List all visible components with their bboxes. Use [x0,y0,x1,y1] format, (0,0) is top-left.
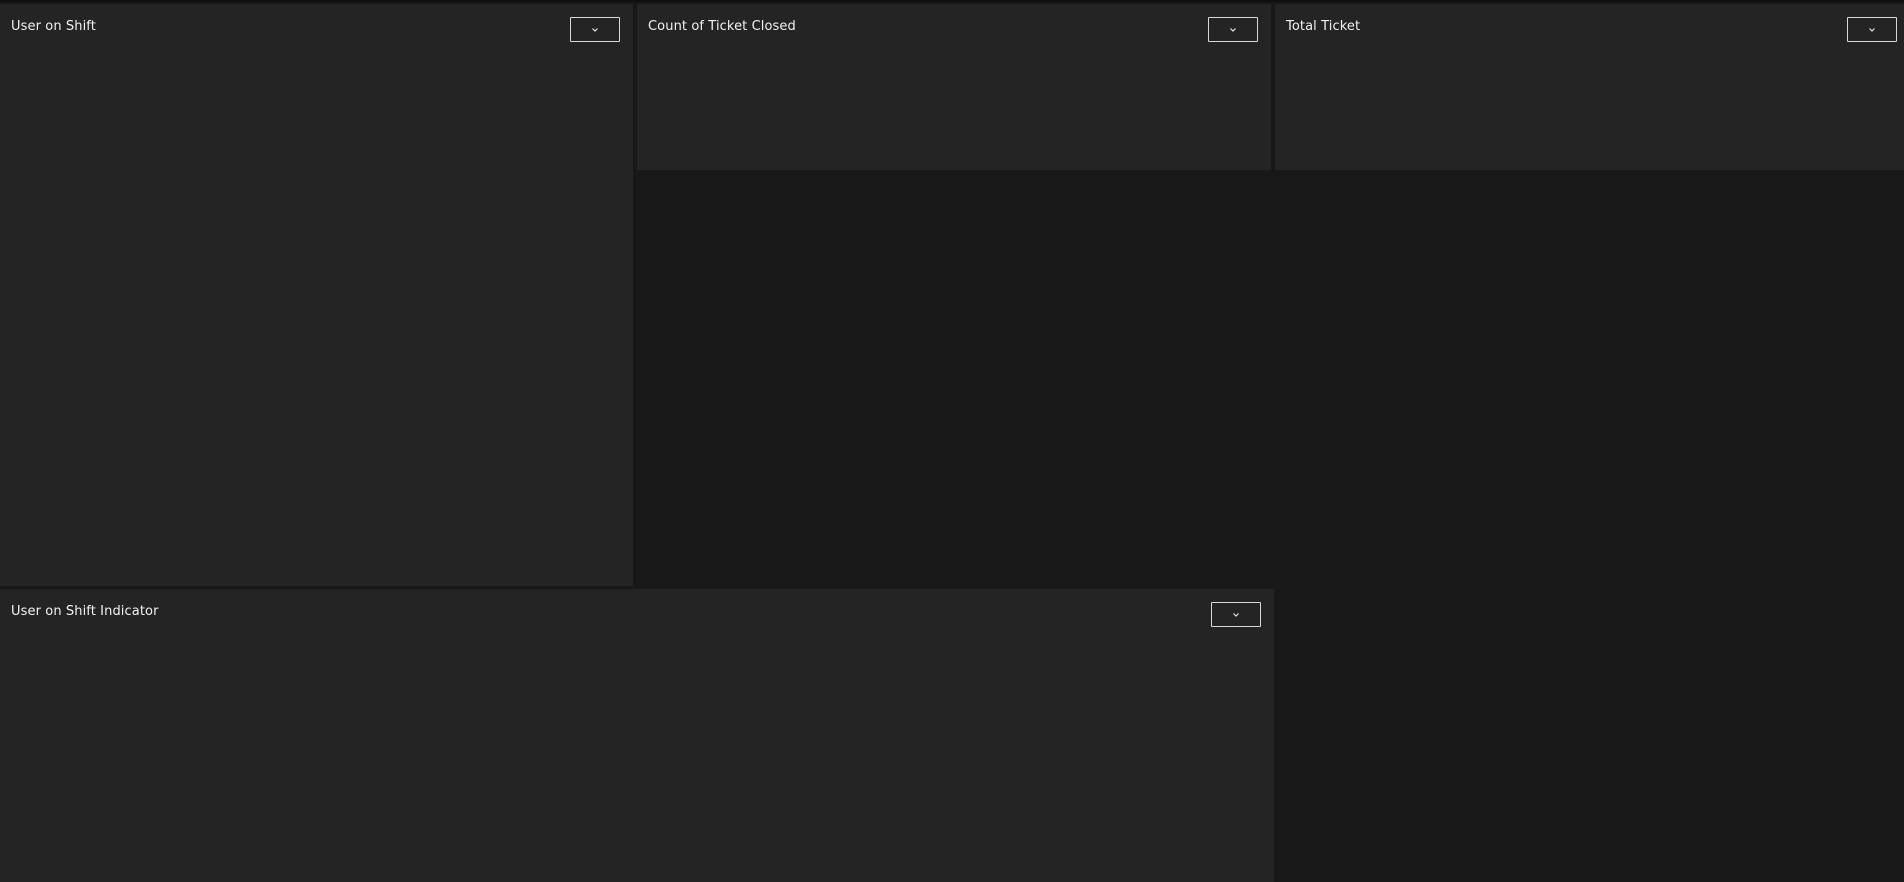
chevron-down-icon [1233,612,1239,617]
chevron-down-icon [1869,27,1875,32]
panel-title: Count of Ticket Closed [648,19,796,34]
panel-menu-button[interactable] [570,17,620,42]
panel-title: Total Ticket [1286,19,1361,34]
panel-menu-button[interactable] [1211,602,1261,627]
dashboard-canvas: User on Shift Count of Ticket Closed Tot… [0,0,1904,882]
panel-count-ticket-closed: Count of Ticket Closed [637,4,1271,170]
panel-user-on-shift-indicator: User on Shift Indicator [0,589,1274,882]
panel-title: User on Shift [11,19,96,34]
panel-menu-button[interactable] [1847,17,1897,42]
chevron-down-icon [592,27,598,32]
panel-total-ticket: Total Ticket [1275,4,1904,170]
panel-menu-button[interactable] [1208,17,1258,42]
top-border [0,0,1904,2]
panel-user-on-shift: User on Shift [0,4,633,586]
chevron-down-icon [1230,27,1236,32]
panel-title: User on Shift Indicator [11,604,159,619]
